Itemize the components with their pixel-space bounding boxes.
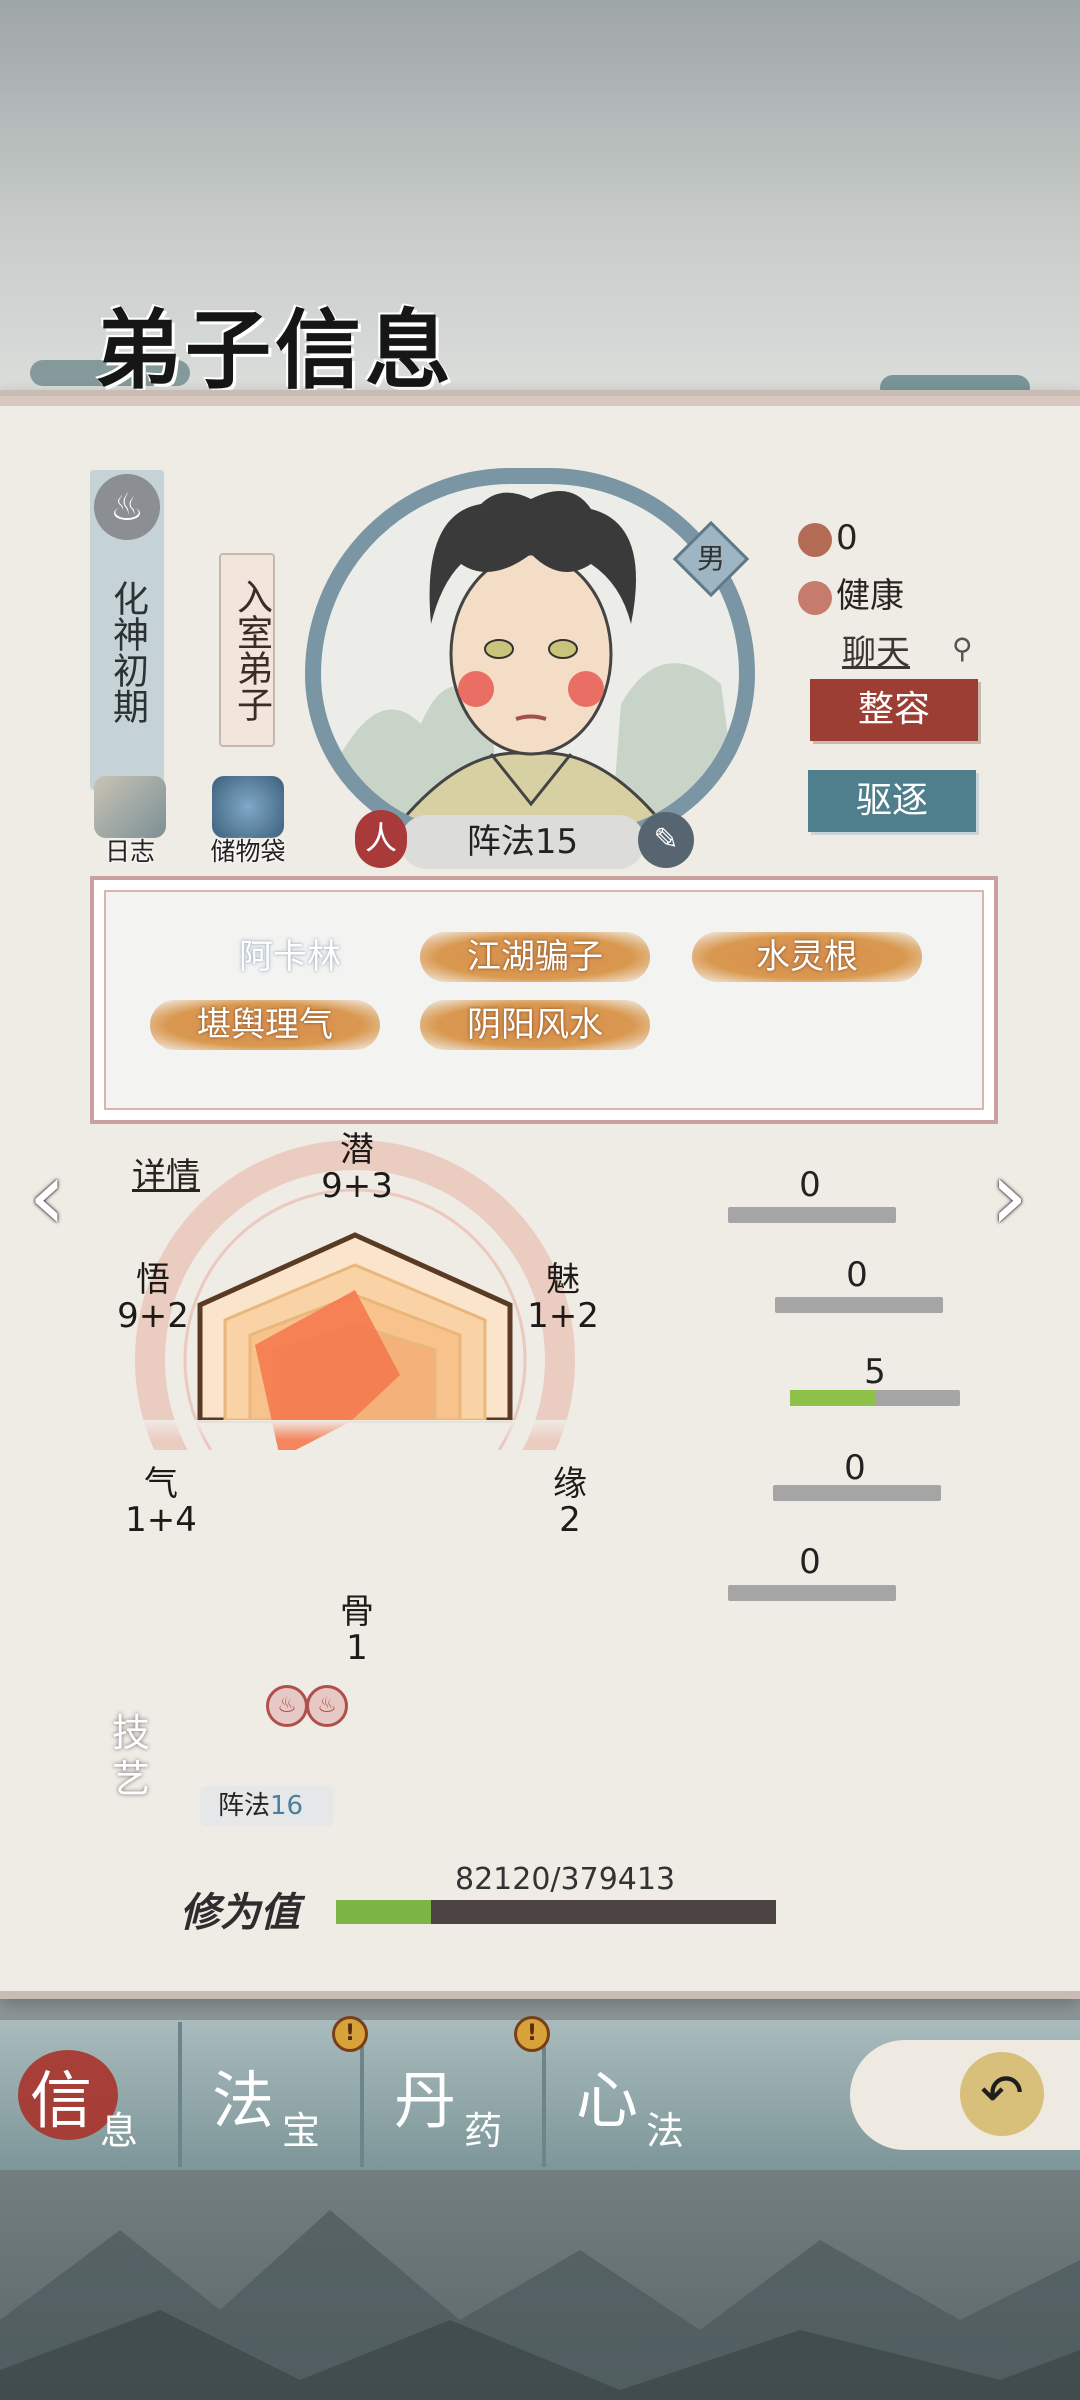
bar-value: 0 bbox=[844, 1448, 866, 1488]
person-icon[interactable]: 人 bbox=[355, 810, 407, 868]
progress-track bbox=[773, 1485, 941, 1501]
bar-value: 5 bbox=[864, 1352, 886, 1392]
attr-insight: 悟 9+2 bbox=[98, 1262, 208, 1334]
storage-bag-label: 储物袋 bbox=[210, 837, 286, 866]
attr-fate: 缘2 bbox=[515, 1466, 625, 1538]
mountain-background bbox=[0, 2210, 1080, 2400]
attr-name: 气 bbox=[144, 1464, 178, 1504]
rank-tag: 入室弟子 bbox=[219, 553, 275, 747]
tab-label-main: 信 bbox=[30, 2064, 93, 2137]
attr-qi: 气 1+4 bbox=[106, 1466, 216, 1538]
tab-label-sub: 法 bbox=[646, 2109, 685, 2153]
trait-tag[interactable]: 阴阳风水 bbox=[420, 1000, 650, 1050]
storage-bag-icon bbox=[212, 776, 284, 838]
character-portrait bbox=[321, 491, 739, 832]
attr-value: 9+2 bbox=[117, 1296, 189, 1336]
current-skill-pill: 阵法15 bbox=[400, 815, 645, 869]
skill-name: 阵法 bbox=[218, 1791, 271, 1821]
alert-icon: ! bbox=[514, 2016, 550, 2052]
attr-charm: 魅 1+2 bbox=[508, 1262, 618, 1334]
skill-level: 16 bbox=[270, 1791, 304, 1821]
attr-value: 1+4 bbox=[125, 1500, 197, 1540]
tab-mind-method[interactable]: 心 法 bbox=[546, 2022, 724, 2167]
fade-divider bbox=[0, 1420, 1080, 1440]
trait-tag[interactable]: 江湖骗子 bbox=[420, 932, 650, 982]
bar-value: 0 bbox=[799, 1542, 821, 1582]
trait-tag[interactable]: 水灵根 bbox=[692, 932, 922, 982]
health-stat: 健康 bbox=[798, 568, 904, 617]
attr-value: 1 bbox=[346, 1628, 368, 1668]
disciple-name: 阿卡林 bbox=[239, 937, 341, 977]
attr-name: 骨 bbox=[340, 1592, 374, 1632]
alert-icon: ! bbox=[332, 2016, 368, 2052]
realm-label: 化神初期 bbox=[107, 580, 148, 724]
health-value: 健康 bbox=[836, 576, 904, 616]
progress-track bbox=[790, 1390, 960, 1406]
expel-button[interactable]: 驱逐 bbox=[808, 770, 976, 832]
bar-value: 0 bbox=[846, 1255, 868, 1295]
cultivation-fill bbox=[336, 1900, 432, 1924]
progress-track bbox=[728, 1207, 896, 1223]
brush-icon[interactable]: ✎ bbox=[638, 812, 694, 868]
tab-label-main: 法 bbox=[212, 2064, 275, 2137]
chat-link[interactable]: 聊天 bbox=[842, 625, 910, 674]
cloud-icon: ♨ bbox=[94, 474, 160, 540]
trait-tag[interactable]: 堪舆理气 bbox=[150, 1000, 380, 1050]
cultivation-value: 82120/379413 bbox=[455, 1862, 676, 1897]
skills-title: 技艺 bbox=[112, 1711, 151, 1801]
bar-value: 0 bbox=[799, 1165, 821, 1205]
attr-value: 2 bbox=[559, 1500, 581, 1540]
flame-icon: ♨ bbox=[306, 1685, 348, 1727]
cultivation-label: 修为值 bbox=[180, 1889, 300, 1936]
heart-icon bbox=[798, 580, 832, 615]
progress-track bbox=[775, 1297, 943, 1313]
portrait-frame[interactable] bbox=[305, 468, 755, 848]
location-pin-icon[interactable]: ⚲ bbox=[952, 632, 973, 665]
skill-chip[interactable]: 阵法16 bbox=[200, 1786, 334, 1826]
progress-fill bbox=[790, 1390, 875, 1406]
tab-info[interactable]: 信 息 bbox=[0, 2022, 182, 2167]
back-arrow-icon[interactable]: ↶ bbox=[960, 2052, 1044, 2136]
attr-bone: 骨1 bbox=[302, 1594, 412, 1666]
mood-value: 0 bbox=[836, 518, 858, 558]
next-disciple-arrow[interactable]: › bbox=[990, 1140, 1028, 1252]
tab-label-sub: 息 bbox=[100, 2109, 139, 2153]
progress-track bbox=[728, 1585, 896, 1601]
attr-name: 缘 bbox=[553, 1464, 587, 1504]
attr-value: 1+2 bbox=[527, 1296, 599, 1336]
journal-icon bbox=[94, 776, 166, 838]
face-change-button[interactable]: 整容 bbox=[810, 679, 978, 741]
storage-bag-button[interactable]: 储物袋 bbox=[208, 776, 288, 868]
mood-icon bbox=[798, 522, 832, 557]
flame-icon: ♨ bbox=[266, 1685, 308, 1727]
page-title: 弟子信息 bbox=[95, 300, 455, 401]
tab-label-main: 心 bbox=[576, 2064, 639, 2137]
attr-value: 9+3 bbox=[321, 1166, 393, 1206]
tab-label-main: 丹 bbox=[394, 2064, 457, 2137]
attr-name: 潜 bbox=[340, 1130, 374, 1170]
tab-label-sub: 宝 bbox=[282, 2109, 321, 2153]
previous-disciple-arrow[interactable]: ‹ bbox=[28, 1140, 66, 1252]
attr-name: 悟 bbox=[136, 1260, 170, 1300]
attr-potential: 潜 9+3 bbox=[302, 1132, 412, 1204]
tab-label-sub: 药 bbox=[464, 2109, 503, 2153]
attr-name: 魅 bbox=[546, 1260, 580, 1300]
journal-label: 日志 bbox=[104, 837, 155, 866]
journal-button[interactable]: 日志 bbox=[90, 776, 170, 868]
mood-stat: 0 bbox=[798, 518, 858, 558]
gender-label: 男 bbox=[696, 542, 725, 575]
